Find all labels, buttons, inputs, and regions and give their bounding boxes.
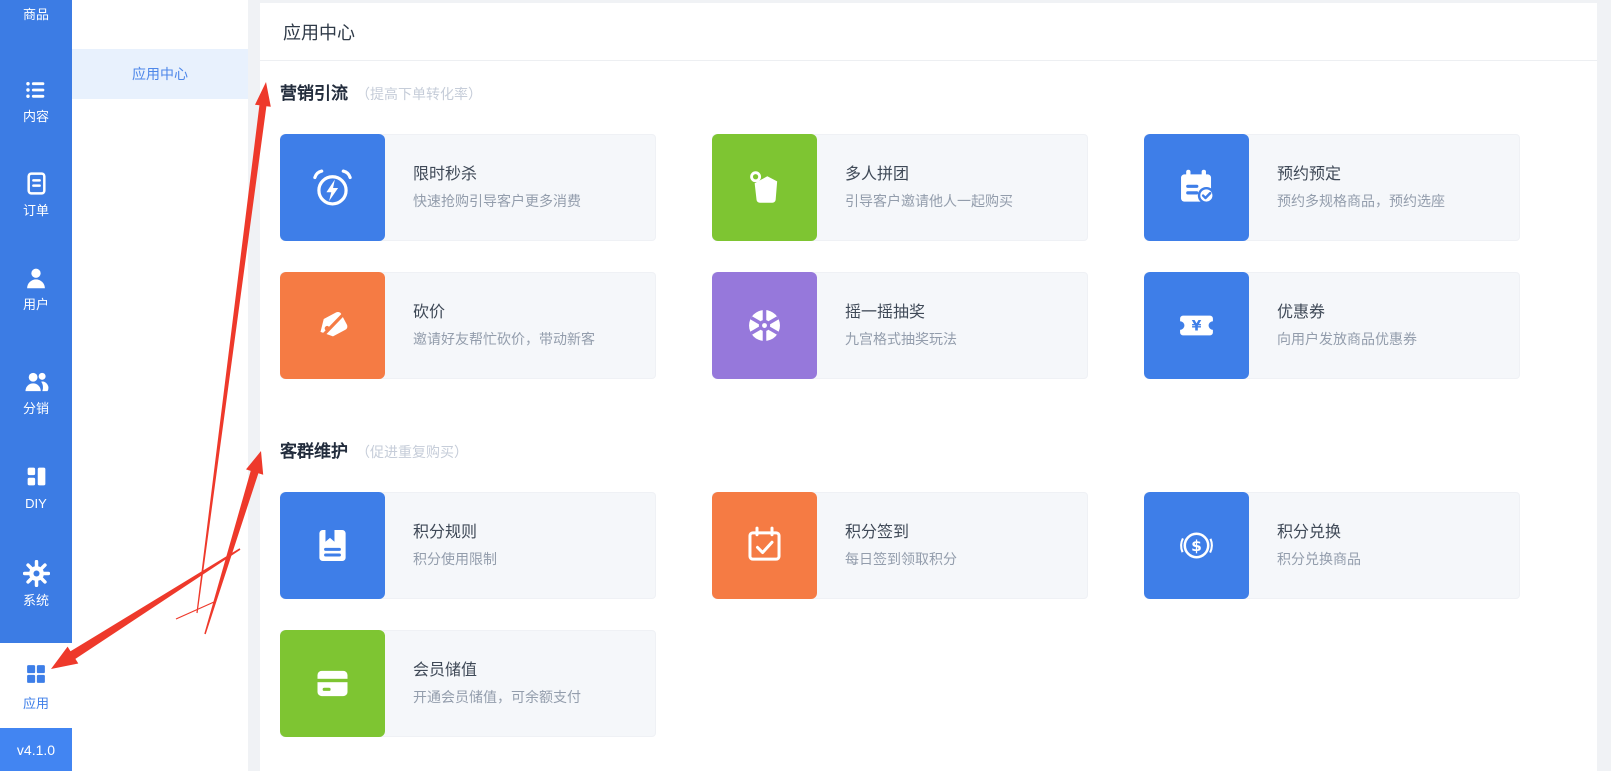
app-card-body: 积分兑换积分兑换商品 bbox=[1249, 493, 1361, 598]
sidebar-item-orders[interactable]: 订单 bbox=[0, 170, 72, 217]
app-card-body: 积分规则积分使用限制 bbox=[385, 493, 497, 598]
app-section-marketing: 营销引流 （提高下单转化率） 限时秒杀快速抢购引导客户更多消费 多人拼团引导客户邀请他… bbox=[280, 79, 1577, 379]
sidebar-item-diy[interactable]: DIY bbox=[0, 463, 72, 510]
version-badge: v4.1.0 bbox=[0, 728, 72, 771]
sidebar-item-label: 商品 bbox=[23, 8, 49, 21]
alarm-clock-icon bbox=[280, 134, 385, 241]
sidebar-item-label: 用户 bbox=[23, 298, 49, 311]
sidebar-item-content[interactable]: 内容 bbox=[0, 76, 72, 123]
page-title: 应用中心 bbox=[260, 3, 1597, 61]
section-note: （提高下单转化率） bbox=[356, 84, 482, 104]
app-card-bargain[interactable]: 砍价邀请好友帮忙砍价，带动新客 bbox=[280, 272, 656, 379]
app-card-points-checkin[interactable]: 积分签到每日签到领取积分 bbox=[712, 492, 1088, 599]
app-card-points-exchange[interactable]: $ 积分兑换积分兑换商品 bbox=[1144, 492, 1520, 599]
app-card-desc: 开通会员储值，可余额支付 bbox=[413, 689, 581, 706]
section-note: （促进重复购买） bbox=[356, 442, 468, 462]
app-card-points-rules[interactable]: 积分规则积分使用限制 bbox=[280, 492, 656, 599]
app-card-booking[interactable]: 预约预定预约多规格商品，预约选座 bbox=[1144, 134, 1520, 241]
app-card-body: 多人拼团引导客户邀请他人一起购买 bbox=[817, 135, 1013, 240]
section-title: 营销引流 bbox=[280, 79, 348, 104]
sidebar-item-users[interactable]: 用户 bbox=[0, 264, 72, 311]
app-card-desc: 九宫格式抽奖玩法 bbox=[845, 331, 957, 348]
sidebar-item-distribution[interactable]: 分销 bbox=[0, 368, 72, 415]
sidebar-item-label: 订单 bbox=[23, 204, 49, 217]
section-title: 客群维护 bbox=[280, 437, 348, 462]
sidebar-item-products[interactable]: 商品 bbox=[0, 8, 72, 21]
layout-icon bbox=[24, 463, 49, 490]
app-admin-page: { "sidebar": { "items": [ {"id":"product… bbox=[0, 0, 1611, 771]
app-card-desc: 向用户发放商品优惠券 bbox=[1277, 331, 1417, 348]
price-tag-icon bbox=[280, 272, 385, 379]
app-card-lucky-draw[interactable]: 摇一摇抽奖九宫格式抽奖玩法 bbox=[712, 272, 1088, 379]
dollar-coin-icon: $ bbox=[1144, 492, 1249, 599]
list-icon bbox=[23, 76, 49, 103]
app-card-desc: 积分使用限制 bbox=[413, 551, 497, 568]
calendar-check-icon bbox=[1144, 134, 1249, 241]
section-header: 客群维护 （促进重复购买） bbox=[280, 437, 1577, 462]
app-card-group-buy[interactable]: 多人拼团引导客户邀请他人一起购买 bbox=[712, 134, 1088, 241]
app-card-title: 会员储值 bbox=[413, 661, 581, 680]
app-card-desc: 快速抢购引导客户更多消费 bbox=[413, 193, 581, 210]
secondary-sidebar: 应用中心 bbox=[72, 0, 248, 771]
app-card-desc: 邀请好友帮忙砍价，带动新客 bbox=[413, 331, 595, 348]
sidebar-item-label: 分销 bbox=[23, 402, 49, 415]
sidebar-item-label: 应用 bbox=[23, 697, 49, 710]
app-card-desc: 引导客户邀请他人一起购买 bbox=[845, 193, 1013, 210]
app-card-body: 预约预定预约多规格商品，预约选座 bbox=[1249, 135, 1445, 240]
sidebar-item-label: 内容 bbox=[23, 110, 49, 123]
app-card-title: 摇一摇抽奖 bbox=[845, 303, 957, 322]
app-card-title: 多人拼团 bbox=[845, 165, 1013, 184]
app-card-body: 积分签到每日签到领取积分 bbox=[817, 493, 957, 598]
app-card-coupon[interactable]: ¥ 优惠券向用户发放商品优惠券 bbox=[1144, 272, 1520, 379]
app-card-desc: 每日签到领取积分 bbox=[845, 551, 957, 568]
users-icon bbox=[23, 368, 50, 395]
app-card-desc: 预约多规格商品，预约选座 bbox=[1277, 193, 1445, 210]
app-card-title: 砍价 bbox=[413, 303, 595, 322]
svg-text:$: $ bbox=[1191, 537, 1202, 555]
app-card-desc: 积分兑换商品 bbox=[1277, 551, 1361, 568]
section-header: 营销引流 （提高下单转化率） bbox=[280, 79, 1577, 104]
app-card-title: 优惠券 bbox=[1277, 303, 1417, 322]
submenu-item-app-center[interactable]: 应用中心 bbox=[72, 49, 248, 99]
grid-icon bbox=[23, 661, 49, 689]
app-card-title: 预约预定 bbox=[1277, 165, 1445, 184]
app-section-customer: 客群维护（促进重复购买）积分规则积分使用限制积分签到每日签到领取积分$积分兑换积… bbox=[280, 437, 1577, 737]
app-card-body: 摇一摇抽奖九宫格式抽奖玩法 bbox=[817, 273, 957, 378]
lucky-wheel-icon bbox=[712, 272, 817, 379]
app-card-body: 优惠券向用户发放商品优惠券 bbox=[1249, 273, 1417, 378]
coupon-icon: ¥ bbox=[1144, 272, 1249, 379]
document-icon bbox=[24, 170, 49, 197]
calendar-checkin-icon bbox=[712, 492, 817, 599]
app-card-body: 限时秒杀快速抢购引导客户更多消费 bbox=[385, 135, 581, 240]
app-card-title: 积分规则 bbox=[413, 523, 497, 542]
app-card-body: 会员储值开通会员储值，可余额支付 bbox=[385, 631, 581, 736]
app-card-body: 砍价邀请好友帮忙砍价，带动新客 bbox=[385, 273, 595, 378]
primary-sidebar: 商品内容订单用户分销 DIY 系统应用 v4.1.0 bbox=[0, 0, 72, 771]
sidebar-item-label: DIY bbox=[25, 497, 47, 510]
rulebook-icon bbox=[280, 492, 385, 599]
app-card-title: 积分签到 bbox=[845, 523, 957, 542]
group-buy-bag-icon bbox=[712, 134, 817, 241]
sidebar-item-system[interactable]: 系统 bbox=[0, 560, 72, 607]
sidebar-item-label: 系统 bbox=[23, 594, 49, 607]
credit-card-icon bbox=[280, 630, 385, 737]
user-icon bbox=[23, 264, 49, 291]
app-card-title: 积分兑换 bbox=[1277, 523, 1361, 542]
app-card-flash-sale[interactable]: 限时秒杀快速抢购引导客户更多消费 bbox=[280, 134, 656, 241]
app-card-member-balance[interactable]: 会员储值开通会员储值，可余额支付 bbox=[280, 630, 656, 737]
gear-icon bbox=[23, 560, 50, 587]
app-card-title: 限时秒杀 bbox=[413, 165, 581, 184]
main-panel: 应用中心 营销引流 （提高下单转化率） 限时秒杀快速抢购引导客户更多消费 多人拼团引导… bbox=[260, 3, 1597, 771]
sidebar-item-apps[interactable]: 应用 bbox=[0, 643, 72, 728]
app-center-content: 营销引流 （提高下单转化率） 限时秒杀快速抢购引导客户更多消费 多人拼团引导客户邀请他… bbox=[260, 61, 1597, 737]
svg-text:¥: ¥ bbox=[1192, 319, 1202, 335]
